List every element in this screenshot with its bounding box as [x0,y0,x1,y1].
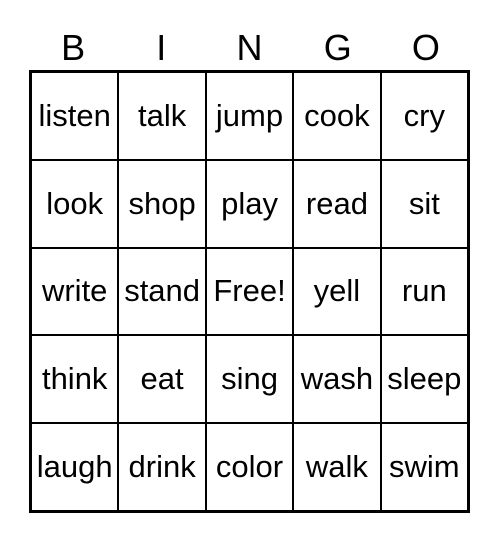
bingo-cell-label: shop [128,185,196,221]
bingo-cell[interactable]: color [206,424,295,510]
bingo-cell[interactable]: walk [294,424,382,510]
bingo-card: B I N G O listen talk jump cook cry look… [0,0,501,544]
bingo-cell[interactable]: shop [119,160,207,247]
bingo-cell-label: look [46,185,104,221]
bingo-cell[interactable]: sleep [381,336,468,423]
bingo-cell-label: talk [137,97,187,133]
bingo-cell-label: yell [313,273,361,309]
bingo-header-letter-g: G [323,27,352,68]
bingo-cell-label: cry [403,97,445,133]
bingo-cell[interactable]: look [32,160,120,247]
bingo-cell[interactable]: think [32,336,120,423]
bingo-cell-label: wash [300,361,374,397]
bingo-cell-label: sit [408,185,440,221]
bingo-cell[interactable]: yell [294,248,382,335]
bingo-cell[interactable]: laugh [32,424,120,510]
bingo-cell-label: swim [389,449,460,485]
bingo-cell[interactable]: eat [119,336,207,423]
bingo-row: laugh drink color walk swim [32,424,468,510]
bingo-cell[interactable]: read [294,160,382,247]
bingo-header-letter-b: B [61,27,86,68]
bingo-cell[interactable]: swim [381,424,468,510]
bingo-cell[interactable]: sit [381,160,468,247]
bingo-cell-label: stand [124,273,201,309]
bingo-row: write stand Free! yell run [32,248,468,337]
bingo-cell[interactable]: cry [381,73,468,159]
bingo-cell[interactable]: sing [206,336,295,423]
bingo-cell[interactable]: drink [119,424,207,510]
bingo-cell[interactable]: cook [294,73,382,159]
bingo-cell-label: color [215,449,284,485]
bingo-header-letter-i: I [156,27,167,68]
bingo-cell-label: write [41,273,108,309]
bingo-row: look shop play read sit [32,160,468,249]
bingo-cell-label: drink [128,449,196,485]
bingo-grid: listen talk jump cook cry look shop play… [29,70,470,513]
bingo-row: think eat sing wash sleep [32,336,468,425]
bingo-cell[interactable]: run [381,248,468,335]
bingo-cell-label: laugh [36,449,113,485]
bingo-cell-label: read [305,185,368,221]
bingo-cell-label: jump [215,97,284,133]
bingo-cell[interactable]: talk [119,73,207,159]
bingo-cell-label: run [401,273,447,309]
bingo-row: listen talk jump cook cry [32,73,468,161]
bingo-header-letter-n: N [236,27,263,68]
bingo-cell[interactable]: jump [206,73,295,159]
bingo-cell-label: play [221,185,278,221]
bingo-cell-label: eat [140,361,184,397]
bingo-cell-label: cook [304,97,370,133]
bingo-cell[interactable]: wash [294,336,382,423]
bingo-header-row: B I N G O [29,18,470,68]
bingo-cell-label: sing [221,361,278,397]
bingo-cell-label: think [41,361,108,397]
bingo-free-space-label: Free! [213,273,286,309]
bingo-cell[interactable]: write [32,248,120,335]
bingo-header-letter-o: O [411,27,440,68]
bingo-cell[interactable]: play [206,160,295,247]
bingo-cell-free-space[interactable]: Free! [206,248,295,335]
bingo-cell-label: listen [38,97,111,133]
bingo-cell-label: walk [305,449,368,485]
bingo-cell[interactable]: listen [32,73,120,159]
bingo-cell-label: sleep [387,361,462,397]
bingo-cell[interactable]: stand [119,248,207,335]
